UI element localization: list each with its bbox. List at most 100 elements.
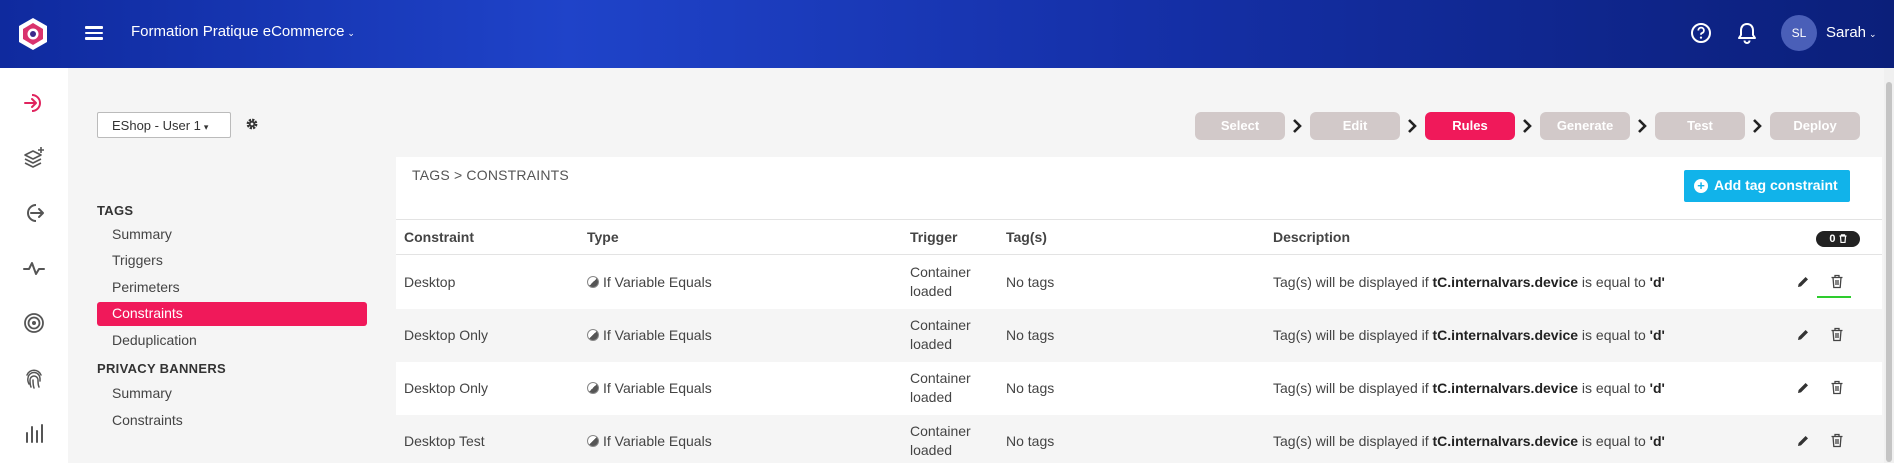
row-type: If Variable Equals xyxy=(587,327,712,343)
nav-section-privacy-title: PRIVACY BANNERS xyxy=(97,361,226,376)
add-tag-constraint-label: Add tag constraint xyxy=(1714,177,1838,193)
row-tags: No tags xyxy=(1006,380,1055,396)
table-row: Desktop Only If Variable Equals Containe… xyxy=(396,309,1882,362)
nav-item-tags-deduplication[interactable]: Deduplication xyxy=(97,329,367,353)
desc-mid: is equal to xyxy=(1578,274,1650,290)
gear-icon[interactable] xyxy=(245,117,259,131)
nav-item-privacy-constraints[interactable]: Constraints xyxy=(97,409,367,433)
row-tags: No tags xyxy=(1006,433,1055,449)
nav-item-tags-triggers[interactable]: Triggers xyxy=(97,249,367,273)
step-test[interactable]: Test xyxy=(1655,112,1745,140)
row-description: Tag(s) will be displayed if tC.internalv… xyxy=(1273,380,1665,396)
breadcrumb: TAGS > CONSTRAINTS xyxy=(412,167,569,183)
row-type: If Variable Equals xyxy=(587,433,712,449)
constraints-card: TAGS > CONSTRAINTS + Add tag constraint … xyxy=(396,157,1882,463)
logout-icon[interactable] xyxy=(22,201,46,225)
pencil-icon[interactable] xyxy=(1796,328,1810,342)
trash-icon[interactable] xyxy=(1830,380,1844,395)
nav-section-tags-title: TAGS xyxy=(97,203,134,218)
desc-value: 'd' xyxy=(1649,380,1665,396)
avatar[interactable]: SL xyxy=(1781,15,1817,51)
container-select-value: EShop - User 1 xyxy=(112,118,201,133)
trash-icon[interactable] xyxy=(1830,327,1844,342)
hover-underline xyxy=(1817,296,1851,298)
row-trigger: Container loaded xyxy=(910,263,990,301)
column-header-trigger[interactable]: Trigger xyxy=(910,229,957,245)
row-trigger-line1: Container xyxy=(910,370,971,386)
row-constraint-name: Desktop Test xyxy=(404,433,485,449)
row-trigger: Container loaded xyxy=(910,369,990,407)
desc-variable: tC.internalvars.device xyxy=(1432,274,1579,290)
step-rules[interactable]: Rules xyxy=(1425,112,1515,140)
desc-value: 'd' xyxy=(1649,433,1665,449)
icon-rail xyxy=(0,68,68,463)
desc-variable: tC.internalvars.device xyxy=(1432,433,1579,449)
row-type-label: If Variable Equals xyxy=(603,433,712,449)
user-name: Sarah xyxy=(1826,24,1867,41)
user-menu[interactable]: Sarah ⌄ xyxy=(1826,24,1877,41)
bar-chart-icon[interactable] xyxy=(22,421,46,445)
half-circle-icon xyxy=(587,329,599,341)
step-select[interactable]: Select xyxy=(1195,112,1285,140)
desc-prefix: Tag(s) will be displayed if xyxy=(1273,433,1433,449)
trash-icon[interactable] xyxy=(1830,274,1844,289)
row-description: Tag(s) will be displayed if tC.internalv… xyxy=(1273,433,1665,449)
step-deploy[interactable]: Deploy xyxy=(1770,112,1860,140)
half-circle-icon xyxy=(587,435,599,447)
row-type-label: If Variable Equals xyxy=(603,380,712,396)
nav-item-tags-summary[interactable]: Summary xyxy=(97,223,367,247)
site-selector[interactable]: Formation Pratique eCommerce ⌄ xyxy=(131,23,355,40)
desc-variable: tC.internalvars.device xyxy=(1432,380,1579,396)
column-header-tags[interactable]: Tag(s) xyxy=(1006,229,1047,245)
step-edit[interactable]: Edit xyxy=(1310,112,1400,140)
login-icon[interactable] xyxy=(22,91,46,115)
chevron-right-icon xyxy=(1638,119,1647,133)
caret-down-icon: ▾ xyxy=(203,122,209,132)
help-icon[interactable] xyxy=(1690,22,1712,44)
add-tag-constraint-button[interactable]: + Add tag constraint xyxy=(1684,170,1850,202)
row-trigger-line2: loaded xyxy=(910,389,953,405)
top-bar: Formation Pratique eCommerce ⌄ SL Sarah ⌄ xyxy=(0,0,1894,68)
chevron-right-icon xyxy=(1408,119,1417,133)
target-icon[interactable] xyxy=(22,311,46,335)
pencil-icon[interactable] xyxy=(1796,434,1810,448)
desc-value: 'd' xyxy=(1649,327,1665,343)
pencil-icon[interactable] xyxy=(1796,275,1810,289)
chevron-down-icon: ⌄ xyxy=(1869,29,1877,39)
nav-item-tags-perimeters[interactable]: Perimeters xyxy=(97,276,367,300)
half-circle-icon xyxy=(587,382,599,394)
plus-circle-icon: + xyxy=(1694,179,1708,193)
desc-value: 'd' xyxy=(1649,274,1665,290)
row-trigger-line1: Container xyxy=(910,317,971,333)
column-header-description[interactable]: Description xyxy=(1273,229,1350,245)
row-trigger-line2: loaded xyxy=(910,336,953,352)
desc-prefix: Tag(s) will be displayed if xyxy=(1273,327,1433,343)
table-row: Desktop Test If Variable Equals Containe… xyxy=(396,415,1882,463)
app-logo-icon[interactable] xyxy=(16,17,50,51)
column-header-type[interactable]: Type xyxy=(587,229,619,245)
step-generate[interactable]: Generate xyxy=(1540,112,1630,140)
menu-toggle-button[interactable] xyxy=(85,23,103,41)
trash-icon[interactable] xyxy=(1830,433,1844,448)
row-description: Tag(s) will be displayed if tC.internalv… xyxy=(1273,274,1665,290)
row-type: If Variable Equals xyxy=(587,380,712,396)
table-header: Constraint Type Trigger Tag(s) Descripti… xyxy=(396,219,1882,255)
page-scrollbar[interactable] xyxy=(1884,68,1894,463)
nav-item-privacy-summary[interactable]: Summary xyxy=(97,382,367,406)
chevron-right-icon xyxy=(1293,119,1302,133)
desc-prefix: Tag(s) will be displayed if xyxy=(1273,380,1433,396)
pulse-icon[interactable] xyxy=(22,256,46,280)
pencil-icon[interactable] xyxy=(1796,381,1810,395)
trash-count-badge[interactable]: 0 xyxy=(1816,231,1860,247)
nav-item-tags-constraints[interactable]: Constraints xyxy=(97,302,367,326)
layers-plus-icon[interactable] xyxy=(22,146,46,170)
column-header-constraint[interactable]: Constraint xyxy=(404,229,474,245)
scrollbar-thumb[interactable] xyxy=(1886,82,1892,462)
row-type: If Variable Equals xyxy=(587,274,712,290)
desc-mid: is equal to xyxy=(1578,433,1650,449)
bell-icon[interactable] xyxy=(1736,21,1758,45)
desc-mid: is equal to xyxy=(1578,327,1650,343)
fingerprint-icon[interactable] xyxy=(22,366,46,390)
desc-mid: is equal to xyxy=(1578,380,1650,396)
container-select[interactable]: EShop - User 1 ▾ xyxy=(97,112,231,138)
